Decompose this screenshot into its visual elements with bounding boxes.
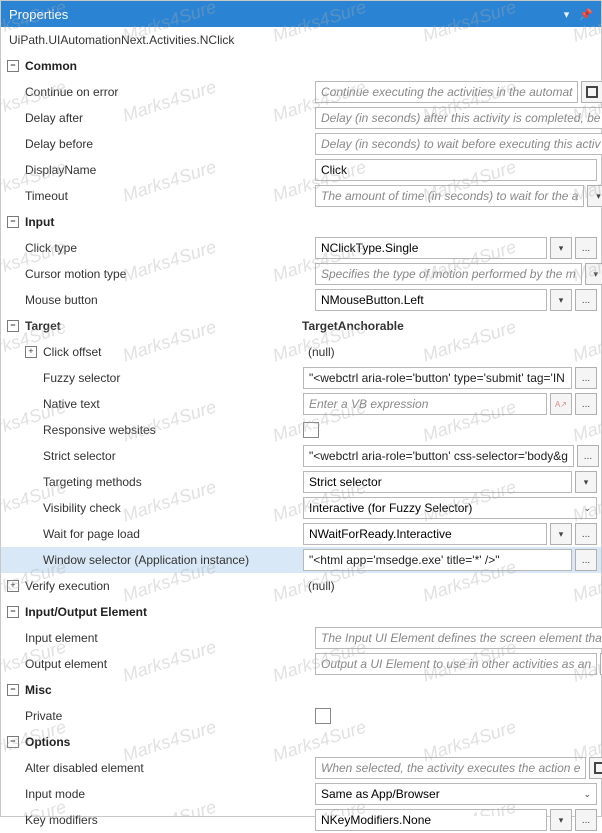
category-io-element[interactable]: − Input/Output Element bbox=[1, 599, 601, 625]
expand-icon[interactable]: + bbox=[7, 580, 19, 592]
prop-input-element: Input element The Input UI Element defin… bbox=[1, 625, 601, 651]
native-text-vb[interactable]: A↗ bbox=[550, 393, 572, 415]
continue-on-error-toggle[interactable] bbox=[581, 81, 602, 103]
prop-visibility-check: Visibility check Interactive (for Fuzzy … bbox=[1, 495, 601, 521]
prop-continue-on-error: Continue on error Continue executing the… bbox=[1, 79, 601, 105]
mouse-button-dd[interactable] bbox=[550, 289, 572, 311]
native-text-more[interactable] bbox=[575, 393, 597, 415]
collapse-icon[interactable]: − bbox=[7, 684, 19, 696]
chevron-down-icon: ⌄ bbox=[583, 503, 591, 514]
prop-delay-before: Delay before Delay (in seconds) to wait … bbox=[1, 131, 601, 157]
click-type-more[interactable] bbox=[575, 237, 597, 259]
display-name-input[interactable]: Click bbox=[315, 159, 597, 181]
key-modifiers-dd[interactable] bbox=[550, 809, 572, 831]
prop-wait-page-load: Wait for page load NWaitForReady.Interac… bbox=[1, 521, 601, 547]
prop-native-text: Native text Enter a VB expression A↗ bbox=[1, 391, 601, 417]
fuzzy-selector-more[interactable] bbox=[575, 367, 597, 389]
prop-private: Private bbox=[1, 703, 601, 729]
prop-click-offset[interactable]: + Click offset (null) bbox=[1, 339, 601, 365]
prop-alter-disabled: Alter disabled element When selected, th… bbox=[1, 755, 601, 781]
title-text: Properties bbox=[9, 7, 68, 22]
prop-input-mode: Input mode Same as App/Browser ⌄ bbox=[1, 781, 601, 807]
strict-selector-input[interactable]: "<webctrl aria-role='button' css-selecto… bbox=[303, 445, 574, 467]
dropdown-icon[interactable]: ▾ bbox=[564, 8, 570, 21]
mouse-button-more[interactable] bbox=[575, 289, 597, 311]
collapse-icon[interactable]: − bbox=[7, 320, 19, 332]
output-element-input[interactable]: Output a UI Element to use in other acti… bbox=[315, 653, 597, 675]
window-selector-more[interactable] bbox=[575, 549, 597, 571]
collapse-icon[interactable]: − bbox=[7, 606, 19, 618]
prop-fuzzy-selector: Fuzzy selector "<webctrl aria-role='butt… bbox=[1, 365, 601, 391]
private-checkbox[interactable] bbox=[315, 708, 331, 724]
click-type-dd[interactable] bbox=[550, 237, 572, 259]
category-target[interactable]: − Target TargetAnchorable bbox=[1, 313, 601, 339]
prop-key-modifiers: Key modifiers NKeyModifiers.None bbox=[1, 807, 601, 833]
delay-before-input[interactable]: Delay (in seconds) to wait before execut… bbox=[315, 133, 602, 155]
prop-strict-selector: Strict selector "<webctrl aria-role='but… bbox=[1, 443, 601, 469]
targeting-methods-dd[interactable] bbox=[575, 471, 597, 493]
expand-icon[interactable]: + bbox=[25, 346, 37, 358]
mouse-button-input[interactable]: NMouseButton.Left bbox=[315, 289, 547, 311]
prop-display-name: DisplayName Click bbox=[1, 157, 601, 183]
cursor-motion-input[interactable]: Specifies the type of motion performed b… bbox=[315, 263, 582, 285]
input-element-input[interactable]: The Input UI Element defines the screen … bbox=[315, 627, 602, 649]
input-mode-select[interactable]: Same as App/Browser ⌄ bbox=[315, 783, 597, 805]
prop-responsive-websites: Responsive websites bbox=[1, 417, 601, 443]
visibility-check-select[interactable]: Interactive (for Fuzzy Selector) ⌄ bbox=[303, 497, 597, 519]
strict-selector-more[interactable] bbox=[577, 445, 599, 467]
key-modifiers-input[interactable]: NKeyModifiers.None bbox=[315, 809, 547, 831]
alter-disabled-input[interactable]: When selected, the activity executes the… bbox=[315, 757, 586, 779]
prop-output-element: Output element Output a UI Element to us… bbox=[1, 651, 601, 677]
prop-delay-after: Delay after Delay (in seconds) after thi… bbox=[1, 105, 601, 131]
alter-disabled-toggle[interactable] bbox=[589, 757, 602, 779]
category-options[interactable]: − Options bbox=[1, 729, 601, 755]
prop-cursor-motion: Cursor motion type Specifies the type of… bbox=[1, 261, 601, 287]
prop-verify-execution[interactable]: + Verify execution (null) bbox=[1, 573, 601, 599]
title-bar: Properties ▾ 📌 bbox=[1, 1, 601, 27]
wait-page-load-dd[interactable] bbox=[550, 523, 572, 545]
cursor-motion-dd[interactable] bbox=[585, 263, 602, 285]
prop-mouse-button: Mouse button NMouseButton.Left bbox=[1, 287, 601, 313]
prop-window-selector: Window selector (Application instance) "… bbox=[1, 547, 601, 573]
timeout-dd[interactable] bbox=[587, 185, 602, 207]
continue-on-error-input[interactable]: Continue executing the activities in the… bbox=[315, 81, 578, 103]
prop-click-type: Click type NClickType.Single bbox=[1, 235, 601, 261]
properties-panel: − Common Continue on error Continue exec… bbox=[1, 53, 601, 833]
collapse-icon[interactable]: − bbox=[7, 60, 19, 72]
responsive-checkbox[interactable] bbox=[303, 422, 319, 438]
pin-icon[interactable]: 📌 bbox=[579, 8, 593, 21]
class-path: UiPath.UIAutomationNext.Activities.NClic… bbox=[1, 27, 601, 53]
category-input[interactable]: − Input bbox=[1, 209, 601, 235]
click-offset-value: (null) bbox=[303, 345, 597, 359]
category-common[interactable]: − Common bbox=[1, 53, 601, 79]
fuzzy-selector-input[interactable]: "<webctrl aria-role='button' type='submi… bbox=[303, 367, 572, 389]
window-selector-input[interactable]: "<html app='msedge.exe' title='*' />" bbox=[303, 549, 572, 571]
category-misc[interactable]: − Misc bbox=[1, 677, 601, 703]
click-type-input[interactable]: NClickType.Single bbox=[315, 237, 547, 259]
verify-exec-value: (null) bbox=[303, 579, 597, 593]
wait-page-load-input[interactable]: NWaitForReady.Interactive bbox=[303, 523, 547, 545]
wait-page-load-more[interactable] bbox=[575, 523, 597, 545]
collapse-icon[interactable]: − bbox=[7, 736, 19, 748]
delay-after-input[interactable]: Delay (in seconds) after this activity i… bbox=[315, 107, 602, 129]
collapse-icon[interactable]: − bbox=[7, 216, 19, 228]
chevron-down-icon: ⌄ bbox=[583, 789, 591, 800]
targeting-methods-input[interactable]: Strict selector bbox=[303, 471, 572, 493]
native-text-input[interactable]: Enter a VB expression bbox=[303, 393, 547, 415]
target-value: TargetAnchorable bbox=[297, 319, 597, 333]
timeout-input[interactable]: The amount of time (in seconds) to wait … bbox=[315, 185, 584, 207]
prop-timeout: Timeout The amount of time (in seconds) … bbox=[1, 183, 601, 209]
prop-targeting-methods: Targeting methods Strict selector bbox=[1, 469, 601, 495]
key-modifiers-more[interactable] bbox=[575, 809, 597, 831]
